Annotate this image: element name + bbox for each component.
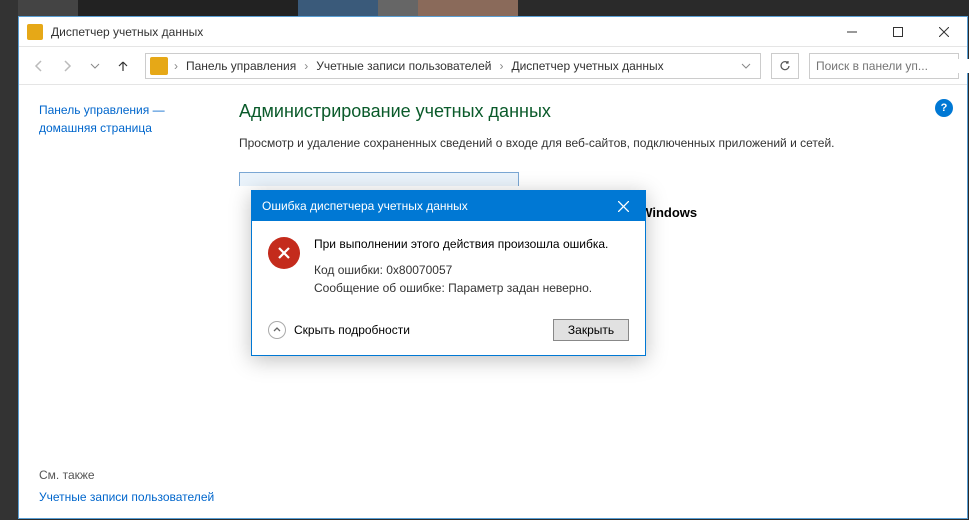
breadcrumb-item[interactable]: Панель управления [180,59,302,73]
credential-tile-partial[interactable] [239,172,519,186]
dialog-message: При выполнении этого действия произошла … [314,237,629,251]
maximize-button[interactable] [875,17,921,47]
error-code-line: Код ошибки: 0x80070057 [314,261,629,279]
desktop-background-strip [0,0,18,520]
dialog-titlebar[interactable]: Ошибка диспетчера учетных данных [252,191,645,221]
window-titlebar[interactable]: Диспетчер учетных данных [19,17,967,47]
breadcrumb-item[interactable]: Учетные записи пользователей [310,59,497,73]
page-description: Просмотр и удаление сохраненных сведений… [239,134,937,152]
address-breadcrumb[interactable]: › Панель управления › Учетные записи пол… [145,53,761,79]
window-title: Диспетчер учетных данных [51,25,829,39]
dialog-body: При выполнении этого действия произошла … [252,221,645,309]
error-icon [268,237,300,269]
user-accounts-link[interactable]: Учетные записи пользователей [39,488,217,506]
see-also-heading: См. также [39,468,217,482]
taskbar-fragment [18,0,968,16]
help-icon[interactable]: ? [935,99,953,117]
navigation-bar: › Панель управления › Учетные записи пол… [19,47,967,85]
chevron-right-icon[interactable]: › [499,59,503,73]
forward-button[interactable] [55,54,79,78]
breadcrumb-location-icon [150,57,168,75]
dialog-close-action-button[interactable]: Закрыть [553,319,629,341]
breadcrumb-item[interactable]: Диспетчер учетных данных [505,59,669,73]
error-dialog: Ошибка диспетчера учетных данных При вып… [251,190,646,356]
hide-details-label: Скрыть подробности [294,323,410,337]
chevron-up-icon [268,321,286,339]
up-button[interactable] [111,54,135,78]
dialog-footer: Скрыть подробности Закрыть [252,309,645,355]
refresh-button[interactable] [771,53,799,79]
search-input[interactable] [816,59,969,73]
close-button[interactable] [921,17,967,47]
control-panel-home-link[interactable]: Панель управления — домашняя страница [39,101,217,137]
page-heading: Администрирование учетных данных [239,101,937,122]
chevron-right-icon[interactable]: › [304,59,308,73]
recent-dropdown-button[interactable] [83,54,107,78]
breadcrumb-history-dropdown[interactable] [736,61,756,71]
chevron-right-icon[interactable]: › [174,59,178,73]
back-button[interactable] [27,54,51,78]
dialog-title: Ошибка диспетчера учетных данных [262,199,611,213]
error-message-line: Сообщение об ошибке: Параметр задан неве… [314,279,629,297]
dialog-close-button[interactable] [611,194,635,218]
minimize-button[interactable] [829,17,875,47]
hide-details-toggle[interactable]: Скрыть подробности [268,321,410,339]
search-box[interactable] [809,53,959,79]
app-icon [27,24,43,40]
sidebar: Панель управления — домашняя страница См… [19,85,229,518]
